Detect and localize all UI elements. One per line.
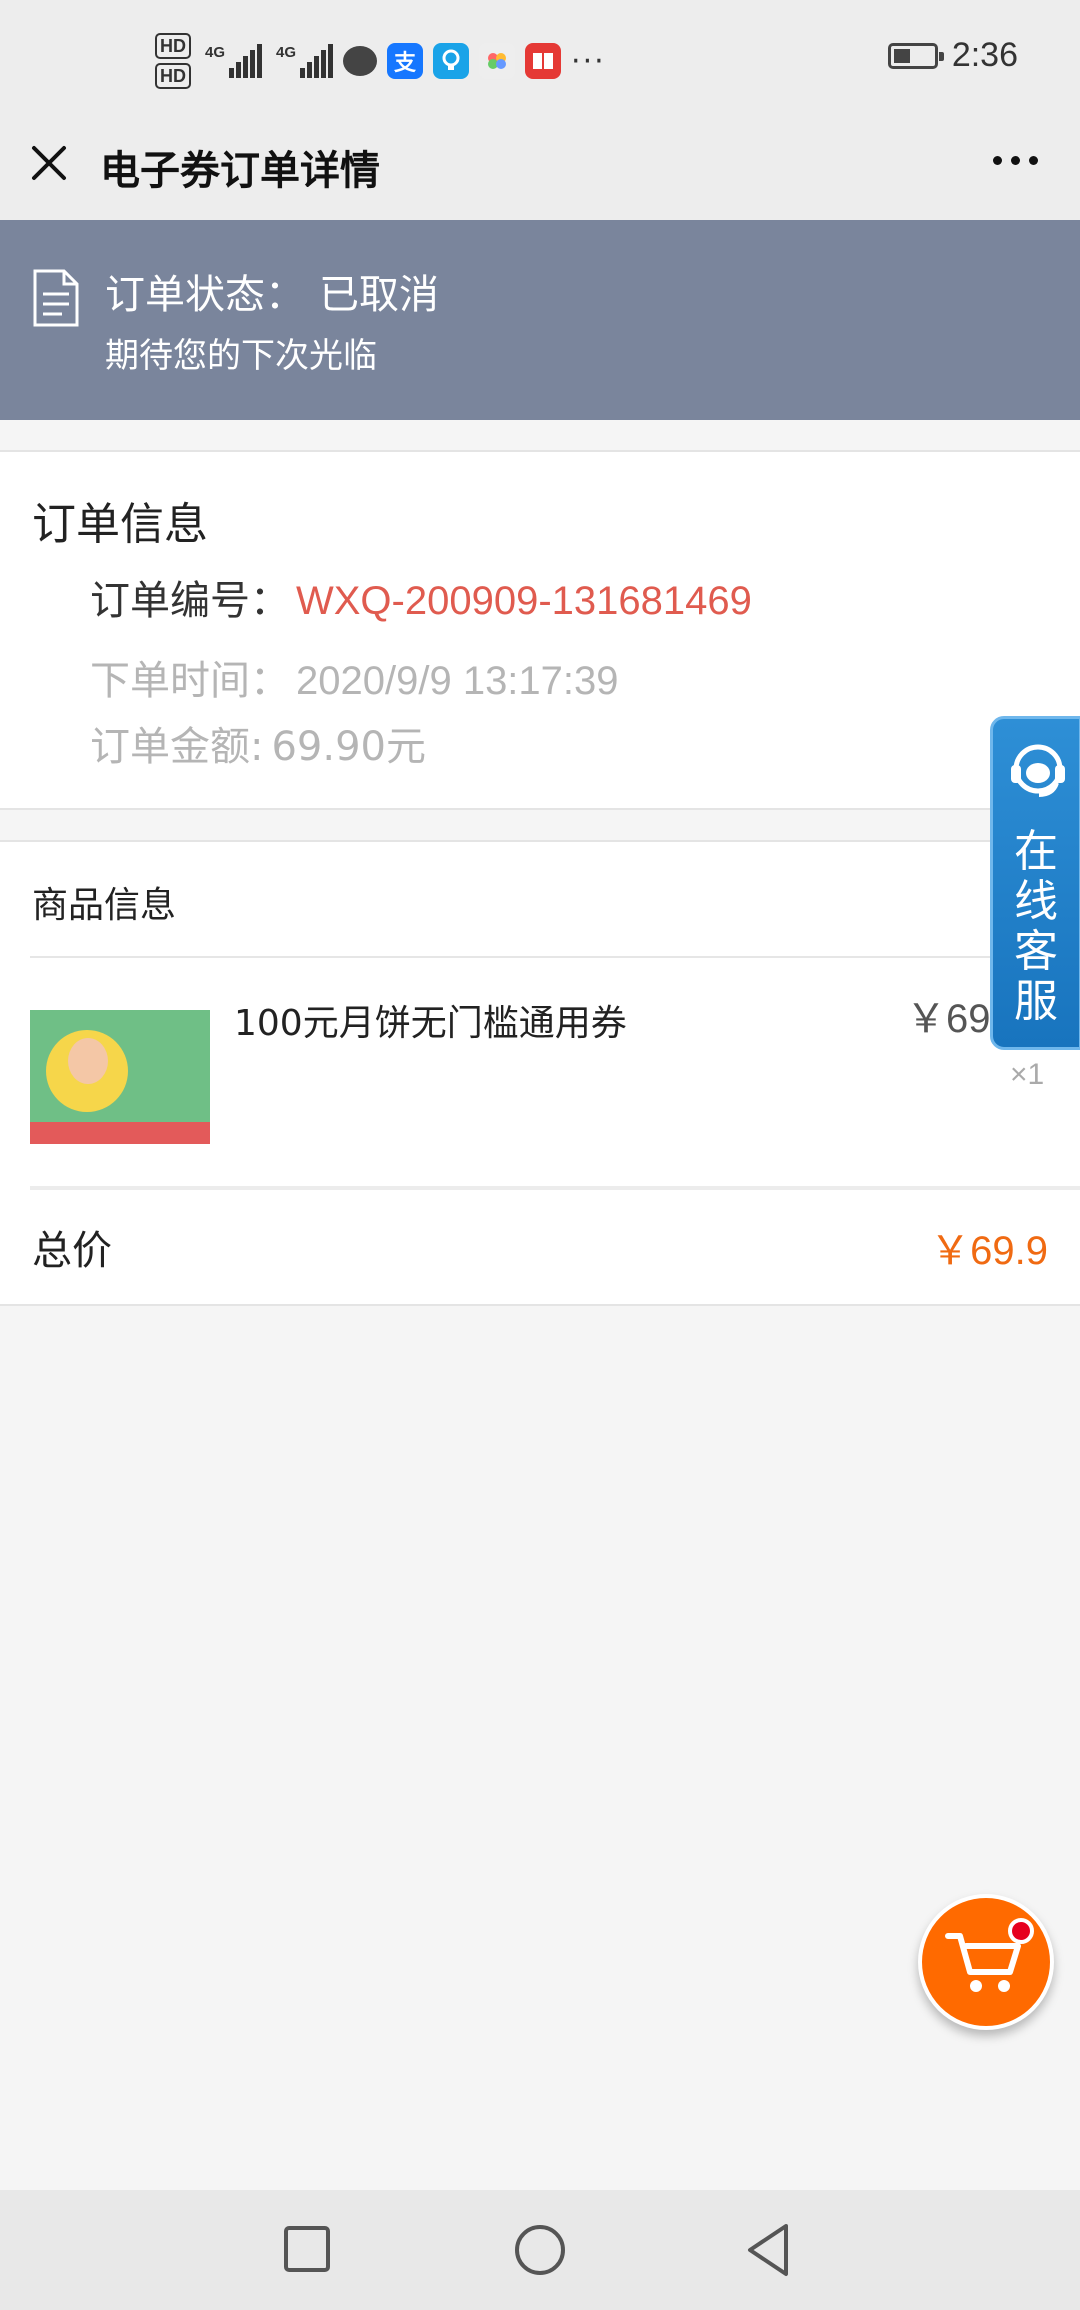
online-service-label: 在线客服 xyxy=(993,827,1079,1027)
hd-indicators: HD HD xyxy=(155,33,191,89)
order-time-value: 2020/9/9 13:17:39 xyxy=(296,659,619,703)
bulb-icon xyxy=(433,43,470,79)
goods-quantity: ×1 xyxy=(1010,1058,1045,1091)
signal1-icon: 4G xyxy=(205,44,263,78)
clock: 2:36 xyxy=(951,36,1018,74)
online-service-button[interactable]: 在线客服 xyxy=(990,716,1080,1050)
order-amount-value: 69.90元 xyxy=(271,724,426,770)
goods-price: ￥69 xyxy=(906,997,991,1041)
page-title: 电子券订单详情 xyxy=(100,148,380,194)
hd1-badge: HD xyxy=(155,33,191,59)
order-amount-label: 订单金额: xyxy=(90,724,264,770)
system-nav-bar xyxy=(0,2190,1080,2310)
more-menu-button[interactable] xyxy=(993,156,1038,165)
online-service-text: 在线客服 xyxy=(1014,826,1058,1027)
recent-apps-icon[interactable] xyxy=(276,2218,340,2282)
goods-info-card: 商品信息 100元月饼无门槛通用券 ￥69 ×1 总价 ￥69.9 xyxy=(0,840,1080,1306)
dot-icon xyxy=(1029,156,1038,165)
goods-item[interactable]: 100元月饼无门槛通用券 ￥69 ×1 xyxy=(0,958,1080,1186)
divider xyxy=(30,1186,1080,1190)
dot-icon xyxy=(993,156,1002,165)
total-value: ￥69.9 xyxy=(930,1229,1048,1273)
product-thumbnail xyxy=(30,1010,210,1144)
total-label: 总价 xyxy=(32,1228,112,1274)
order-number-label: 订单编号： xyxy=(90,578,290,624)
order-status: 订单状态： 已取消 xyxy=(105,262,439,320)
home-icon[interactable] xyxy=(508,2218,572,2282)
book-icon xyxy=(525,43,562,79)
goods-name: 100元月饼无门槛通用券 xyxy=(234,1003,627,1044)
order-amount-row: 订单金额: 69.90元 xyxy=(90,714,426,772)
alipay-icon: 支 xyxy=(387,43,424,79)
flower-icon xyxy=(479,43,516,79)
hd2-badge: HD xyxy=(155,63,191,89)
cart-button[interactable] xyxy=(918,1894,1054,2030)
status-left: HD HD 4G 4G 支 ··· xyxy=(155,28,606,94)
order-info-title: 订单信息 xyxy=(32,499,208,550)
net1-label: 4G xyxy=(205,44,226,61)
signal2-icon: 4G xyxy=(276,44,334,78)
message-icon xyxy=(343,46,378,76)
order-status-banner: 订单状态： 已取消 期待您的下次光临 xyxy=(0,220,1080,420)
order-time-row: 下单时间： 2020/9/9 13:17:39 xyxy=(90,648,619,706)
order-time-label: 下单时间： xyxy=(90,658,290,704)
status-bar: HD HD 4G 4G 支 ··· 2:36 xyxy=(0,0,1080,122)
navbar: 电子券订单详情 xyxy=(0,122,1080,220)
back-icon[interactable] xyxy=(738,2218,802,2282)
headset-icon xyxy=(1011,744,1065,797)
document-icon xyxy=(33,269,79,327)
order-number-value: WXQ-200909-131681469 xyxy=(296,579,752,623)
order-status-label: 订单状态： xyxy=(105,272,305,318)
battery-icon xyxy=(887,42,944,69)
order-info-card: 订单信息 订单编号： WXQ-200909-131681469 下单时间： 2020… xyxy=(0,450,1080,810)
close-icon[interactable] xyxy=(26,140,72,186)
net2-label: 4G xyxy=(276,44,297,61)
status-right: 2:36 xyxy=(887,36,1018,75)
goods-info-title: 商品信息 xyxy=(32,885,177,926)
dot-icon xyxy=(1011,156,1020,165)
order-status-value: 已取消 xyxy=(319,272,439,318)
order-number-row: 订单编号： WXQ-200909-131681469 xyxy=(90,568,752,626)
order-status-subtitle: 期待您的下次光临 xyxy=(105,336,377,376)
more-notifications-icon: ··· xyxy=(571,43,606,79)
cart-badge xyxy=(1008,1918,1034,1944)
